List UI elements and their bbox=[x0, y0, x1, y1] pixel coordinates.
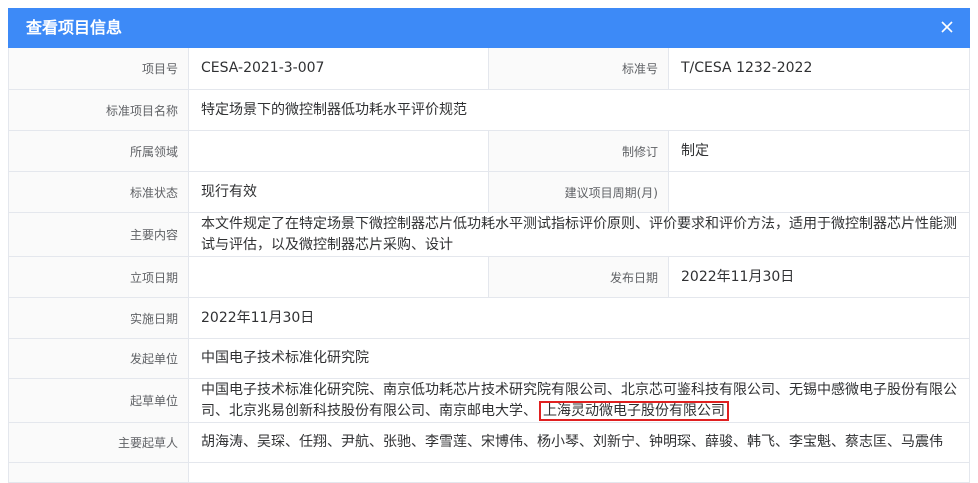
table-row: 主要起草人 胡海涛、吴琛、任翔、尹航、张驰、李雪莲、宋博伟、杨小琴、刘新宁、钟明… bbox=[9, 423, 969, 463]
table-row: 立项日期 发布日期 2022年11月30日 bbox=[9, 257, 969, 298]
standard-no-label: 标准号 bbox=[489, 48, 669, 89]
cycle-value bbox=[669, 172, 969, 212]
table-row: 标准状态 现行有效 建议项目周期(月) bbox=[9, 172, 969, 213]
standard-name-label: 标准项目名称 bbox=[9, 90, 189, 130]
project-info-dialog: 查看项目信息 项目号 CESA-2021-3-007 标准号 T/CESA 12… bbox=[0, 0, 978, 483]
approval-date-label: 立项日期 bbox=[9, 257, 189, 297]
domain-value bbox=[189, 131, 489, 171]
publish-date-value: 2022年11月30日 bbox=[681, 268, 795, 285]
table-row: 标准项目名称 特定场景下的微控制器低功耗水平评价规范 bbox=[9, 90, 969, 131]
drafters-highlighted-entity: 上海灵动微电子股份有限公司 bbox=[539, 401, 729, 421]
table-row: 所属领域 制修订 制定 bbox=[9, 131, 969, 172]
drafters-label: 起草单位 bbox=[9, 379, 189, 422]
dialog-header: 查看项目信息 bbox=[8, 8, 970, 48]
cycle-label: 建议项目周期(月) bbox=[489, 172, 669, 212]
status-label: 标准状态 bbox=[9, 172, 189, 212]
implement-date-label: 实施日期 bbox=[9, 298, 189, 338]
drafters-text: 中国电子技术标准化研究院、南京低功耗芯片技术研究院有限公司、北京芯可鉴科技有限公… bbox=[201, 380, 963, 422]
content-label: 主要内容 bbox=[9, 213, 189, 256]
project-no-value: CESA-2021-3-007 bbox=[189, 48, 489, 89]
main-drafters-label: 主要起草人 bbox=[9, 423, 189, 462]
table-row: 项目号 CESA-2021-3-007 标准号 T/CESA 1232-2022 bbox=[9, 48, 969, 90]
table-row: 起草单位 中国电子技术标准化研究院、南京低功耗芯片技术研究院有限公司、北京芯可鉴… bbox=[9, 379, 969, 423]
project-no-label: 项目号 bbox=[9, 48, 189, 89]
publish-date-label: 发布日期 bbox=[489, 257, 669, 297]
info-table: 项目号 CESA-2021-3-007 标准号 T/CESA 1232-2022… bbox=[8, 48, 970, 483]
status-value: 现行有效 bbox=[189, 172, 489, 212]
empty-label bbox=[9, 463, 189, 482]
revision-value: 制定 bbox=[681, 142, 709, 159]
content-value: 本文件规定了在特定场景下微控制器芯片低功耗水平测试指标评价原则、评价要求和评价方… bbox=[201, 216, 957, 253]
implement-date-value: 2022年11月30日 bbox=[201, 309, 315, 326]
initiator-value: 中国电子技术标准化研究院 bbox=[201, 350, 369, 366]
revision-label: 制修订 bbox=[489, 131, 669, 171]
empty-value bbox=[189, 463, 969, 482]
table-row: 主要内容 本文件规定了在特定场景下微控制器芯片低功耗水平测试指标评价原则、评价要… bbox=[9, 213, 969, 257]
table-row: 实施日期 2022年11月30日 bbox=[9, 298, 969, 339]
domain-label: 所属领域 bbox=[9, 131, 189, 171]
main-drafters-value: 胡海涛、吴琛、任翔、尹航、张驰、李雪莲、宋博伟、杨小琴、刘新宁、钟明琛、薛骏、韩… bbox=[201, 434, 943, 450]
approval-date-value bbox=[189, 257, 489, 297]
close-icon[interactable] bbox=[938, 18, 956, 36]
drafters-value: 中国电子技术标准化研究院、南京低功耗芯片技术研究院有限公司、北京芯可鉴科技有限公… bbox=[189, 379, 969, 422]
standard-name-value: 特定场景下的微控制器低功耗水平评价规范 bbox=[201, 101, 467, 118]
table-row: 发起单位 中国电子技术标准化研究院 bbox=[9, 339, 969, 379]
initiator-label: 发起单位 bbox=[9, 339, 189, 378]
dialog-title: 查看项目信息 bbox=[26, 18, 123, 37]
standard-no-value: T/CESA 1232-2022 bbox=[681, 60, 813, 76]
table-row bbox=[9, 463, 969, 483]
